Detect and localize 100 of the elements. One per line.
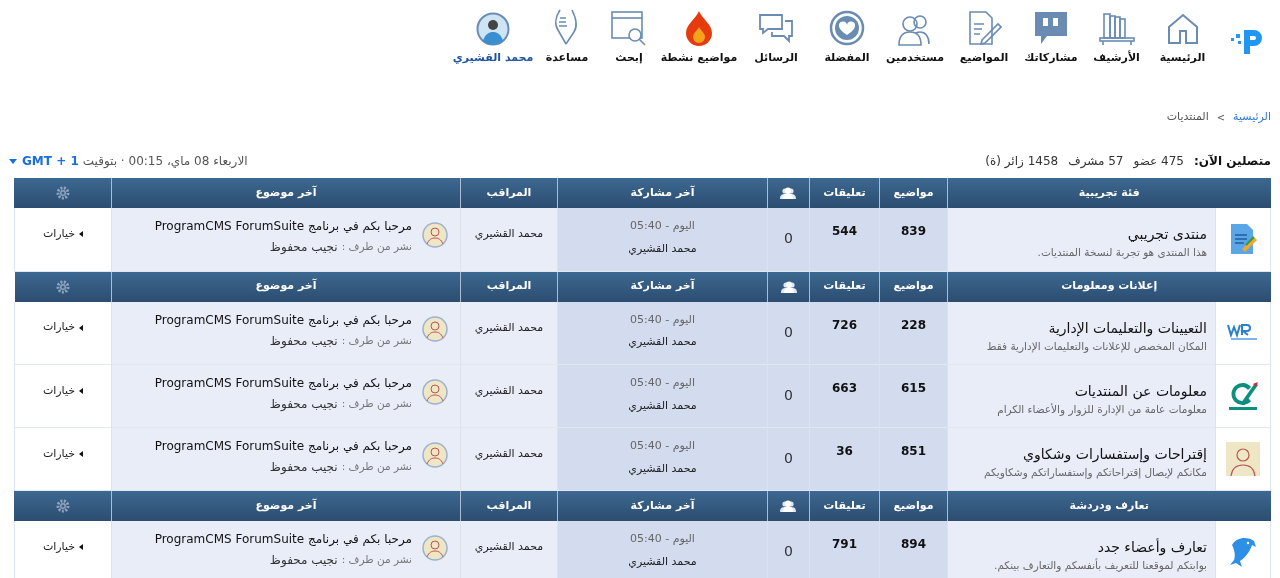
topic-title-link[interactable]: مرحبا بكم في برنامج ProgramCMS ForumSuite: [154, 310, 412, 329]
settings-icon[interactable]: [55, 186, 70, 200]
online-count: 0: [784, 543, 793, 559]
timezone-button[interactable]: GMT + 1: [9, 152, 79, 170]
forum-title-link[interactable]: التعيينات والتعليمات الإدارية: [956, 318, 1207, 337]
bookshelf-icon: [1097, 12, 1136, 46]
online-count: 0: [784, 323, 793, 340]
nav-link[interactable]: إبحث: [615, 50, 643, 67]
chat-icon: [758, 12, 794, 46]
date-time: الاربعاء 08 ماي، 00:15 · بتوقيت: [82, 153, 248, 170]
nav-link[interactable]: مستخدمين: [886, 50, 944, 67]
post-time: اليوم - 05:40: [629, 438, 696, 454]
nav-link[interactable]: مساعدة: [545, 50, 589, 67]
username-link[interactable]: محمد القشيري: [558, 334, 767, 351]
forum-title-link[interactable]: معلومات عن المنتديات: [956, 382, 1207, 400]
username-link[interactable]: محمد القشيري: [558, 460, 767, 477]
avatar-icon: [422, 222, 448, 248]
online-count: 0: [784, 230, 793, 246]
breadcrumb-link[interactable]: الرئيسية: [1233, 108, 1271, 126]
online-count: 1458 زائر (ة): [985, 153, 1059, 170]
nav-link[interactable]: مواضيع نشطة: [660, 50, 738, 67]
users-icon: [897, 12, 933, 46]
topic-title-link[interactable]: مرحبا بكم في برنامج ProgramCMS ForumSuite: [154, 217, 412, 235]
topic-title-link[interactable]: مرحبا بكم في برنامج ProgramCMS ForumSuite: [154, 437, 412, 455]
posted-by-label: نشر من طرف :: [341, 332, 412, 349]
settings-icon[interactable]: [55, 499, 70, 513]
online-count: 0: [784, 450, 793, 466]
users-icon: [780, 500, 797, 512]
posted-by-label: نشر من طرف :: [341, 552, 412, 568]
nav-link[interactable]: المفضلة: [824, 50, 870, 67]
category-title: تعارف ودردشة: [1069, 498, 1149, 512]
avatar-icon: [422, 379, 448, 405]
settings-icon[interactable]: [55, 279, 70, 294]
nav-link[interactable]: الرئيسية: [1159, 50, 1206, 67]
username-link[interactable]: محمد القشيري: [558, 553, 767, 570]
topic-count: 228: [900, 317, 927, 332]
nav-link[interactable]: الأرشيف: [1093, 50, 1140, 67]
options-button[interactable]: خيارات: [42, 225, 84, 243]
category-title: فئة تجريبية: [1078, 185, 1140, 199]
author-link[interactable]: نجيب محفوظ: [269, 238, 338, 256]
topic-count: 615: [900, 381, 927, 395]
avatar-icon: [422, 442, 448, 468]
forum-description: معلومات عامة من الإدارة للزوار والأعضاء الكرام: [996, 402, 1207, 418]
username-link[interactable]: محمد القشيري: [558, 240, 767, 257]
column-header: المراقب: [486, 279, 532, 293]
options-button[interactable]: خيارات: [42, 538, 84, 556]
users-icon: [780, 280, 797, 293]
moderator-link[interactable]: محمد القشيري: [474, 320, 544, 334]
topic-count: 839: [900, 224, 926, 238]
post-time: اليوم - 05:40: [629, 531, 696, 547]
column-header: المراقب: [486, 498, 532, 512]
comment-count: 663: [831, 381, 858, 395]
posted-by-label: نشر من طرف :: [341, 239, 412, 255]
topic-title-link[interactable]: مرحبا بكم في برنامج ProgramCMS ForumSuite: [154, 530, 412, 548]
topic-count: 851: [900, 444, 927, 458]
avatar-icon: [422, 315, 448, 342]
column-header: آخر مشاركة: [630, 498, 695, 512]
author-link[interactable]: نجيب محفوظ: [269, 551, 338, 569]
search-icon: [610, 10, 648, 46]
moderator-link[interactable]: محمد القشيري: [474, 227, 544, 240]
column-header: آخر موضوع: [255, 279, 317, 293]
nav-link[interactable]: الرسائل: [754, 50, 798, 67]
username-link[interactable]: محمد القشيري: [558, 397, 767, 414]
dolphin-icon: [1228, 535, 1258, 570]
options-button[interactable]: خيارات: [42, 319, 84, 336]
nav-link[interactable]: المواضيع: [959, 50, 1009, 67]
document-pen-icon: [966, 10, 1002, 46]
breadcrumb-link[interactable]: المنتديات: [1166, 108, 1209, 126]
nav-link[interactable]: مشاركاتك: [1024, 50, 1078, 67]
caret-left-icon: [79, 388, 84, 394]
forum-description: هذا المنتدى هو تجربة لنسخة المنتديات.: [1036, 245, 1207, 261]
comment-count: 36: [836, 444, 853, 458]
breadcrumb-separator: >: [1216, 110, 1226, 125]
forum-title-link[interactable]: إقتراحات وإستفسارات وشكاوي: [956, 445, 1207, 463]
category-title: إعلانات ومعلومات: [1061, 279, 1158, 293]
document-pen-icon: [1228, 223, 1258, 256]
forum-title-link[interactable]: تعارف وأعضاء جدد: [956, 538, 1207, 556]
author-link[interactable]: نجيب محفوظ: [269, 331, 338, 350]
moderator-link[interactable]: محمد القشيري: [474, 447, 544, 460]
topic-title-link[interactable]: مرحبا بكم في برنامج ProgramCMS ForumSuite: [154, 374, 412, 392]
moderator-link[interactable]: محمد القشيري: [474, 384, 544, 397]
moderator-link[interactable]: محمد القشيري: [474, 540, 544, 553]
flame-icon: [684, 10, 714, 46]
options-button[interactable]: خيارات: [42, 445, 84, 463]
nav-link[interactable]: محمد القشيري: [452, 50, 534, 67]
quote-bubble-icon: [1033, 10, 1069, 46]
caret-left-icon: [79, 451, 84, 457]
options-button[interactable]: خيارات: [42, 382, 84, 400]
column-header: آخر مشاركة: [630, 185, 695, 199]
online-count: 57 مشرف: [1068, 153, 1124, 170]
column-header: تعليقات: [823, 185, 866, 199]
column-header: تعليقات: [823, 498, 866, 512]
caret-left-icon: [79, 231, 84, 237]
posted-by-label: نشر من طرف :: [341, 396, 412, 412]
author-link[interactable]: نجيب محفوظ: [269, 395, 338, 413]
online-count: 475 عضو: [1133, 153, 1184, 170]
author-link[interactable]: نجيب محفوظ: [269, 458, 338, 476]
forum-description: مكانكم لإيصال إقتراحاتكم وإستفساراتكم وشكاويكم: [983, 465, 1207, 481]
forum-title-link[interactable]: منتدى تجريبي: [956, 225, 1207, 243]
column-header: آخر موضوع: [255, 185, 317, 199]
